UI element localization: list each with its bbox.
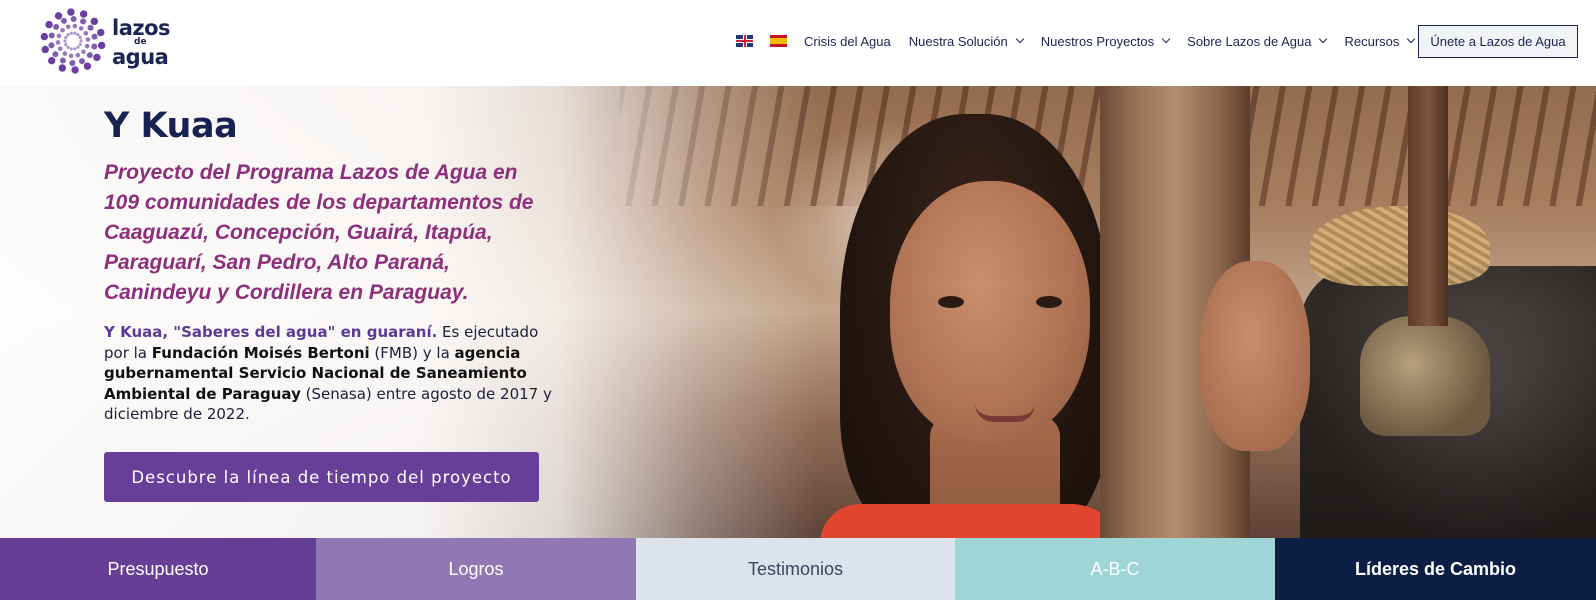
nav-item-sobre-lazos[interactable]: Sobre Lazos de Agua [1187, 33, 1328, 49]
nav-item-label: Sobre Lazos de Agua [1187, 33, 1312, 49]
hero-section: Y Kuaa Proyecto del Programa Lazos de Ag… [0, 86, 1596, 538]
logo-line1: lazos [112, 16, 171, 40]
nav-item-label: Nuestros Proyectos [1040, 33, 1155, 49]
hero-subtitle: Proyecto del Programa Lazos de Agua en 1… [104, 161, 534, 304]
join-button[interactable]: Únete a Lazos de Agua [1418, 25, 1578, 58]
chevron-down-icon [1161, 34, 1171, 44]
nav-item-crisis-del-agua[interactable]: Crisis del Agua [804, 34, 891, 49]
tab-abc[interactable]: A-B-C [955, 538, 1275, 600]
tab-testimonios[interactable]: Testimonios [636, 538, 955, 600]
tab-logros[interactable]: Logros [316, 538, 636, 600]
nav-item-recursos[interactable]: Recursos [1344, 33, 1416, 49]
uk-flag-icon[interactable] [736, 35, 753, 47]
main-nav: Crisis del Agua Nuestra Solución Nuestro… [736, 30, 1432, 52]
logo-line3: agua [112, 45, 169, 69]
lazos-de-agua-logo[interactable]: lazos de agua [40, 8, 175, 76]
nav-item-nuestros-proyectos[interactable]: Nuestros Proyectos [1040, 33, 1171, 49]
spain-flag-icon[interactable] [770, 35, 787, 47]
timeline-button[interactable]: Descubre la línea de tiempo del proyecto [104, 452, 539, 502]
page-title: Y Kuaa [104, 106, 238, 146]
nav-item-nuestra-solucion[interactable]: Nuestra Solución [908, 33, 1024, 49]
hero-highlight: Y Kuaa, "Saberes del agua" en guaraní. [104, 323, 438, 341]
tab-lideres-de-cambio[interactable]: Líderes de Cambio [1275, 538, 1596, 600]
logo-wordmark: lazos de agua [112, 16, 171, 69]
hero-text: (FMB) y la [369, 343, 455, 362]
chevron-down-icon [1319, 34, 1328, 44]
nav-item-label: Crisis del Agua [804, 33, 891, 49]
nav-item-label: Nuestra Solución [908, 33, 1008, 49]
flower-dots-logo-icon [40, 8, 106, 74]
hero-description: Y Kuaa, "Saberes del agua" en guaraní. E… [104, 322, 564, 425]
hero-bold-text: Fundación Moisés Bertoni [151, 343, 370, 362]
site-header: lazos de agua Crisis del Agua Nuestra So… [0, 0, 1596, 86]
nav-item-label: Recursos [1344, 33, 1400, 49]
tab-presupuesto[interactable]: Presupuesto [0, 538, 316, 600]
chevron-down-icon [1015, 34, 1024, 44]
chevron-down-icon [1407, 34, 1416, 44]
section-tabs: Presupuesto Logros Testimonios A-B-C Líd… [0, 538, 1596, 600]
